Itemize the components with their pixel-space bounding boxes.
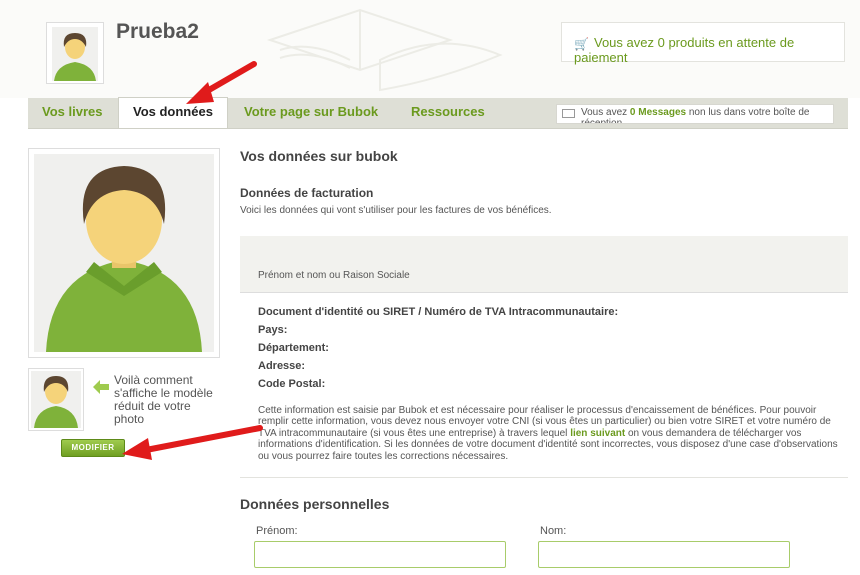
username: Prueba2 bbox=[116, 20, 199, 43]
messages-count: 0 bbox=[629, 107, 636, 118]
user-thumbnail-icon bbox=[31, 371, 81, 428]
arrow-left-icon bbox=[93, 380, 109, 394]
tab-ressources[interactable]: Ressources bbox=[411, 98, 485, 128]
field-address: Adresse: bbox=[258, 360, 306, 372]
billing-info-paragraph: Cette information est saisie par Bubok e… bbox=[258, 405, 848, 462]
avatar[interactable] bbox=[46, 22, 104, 84]
firstname-label: Prénom: bbox=[256, 525, 298, 537]
billing-description: Voici les données qui vont s'utiliser po… bbox=[240, 205, 552, 216]
book-watermark-icon bbox=[266, 8, 503, 92]
field-country: Pays: bbox=[258, 324, 288, 336]
billing-name-panel bbox=[240, 236, 848, 293]
user-avatar-icon bbox=[52, 27, 98, 81]
field-id-document: Document d'identité ou SIRET / Numéro de… bbox=[258, 306, 619, 318]
profile-photo bbox=[28, 148, 220, 358]
thumbnail-caption: Voilà comment s'affiche le modèle réduit… bbox=[114, 373, 213, 426]
user-photo-icon bbox=[34, 154, 214, 352]
annotation-arrow-icon bbox=[122, 425, 263, 460]
cart-icon: 🛒 bbox=[574, 37, 589, 51]
cart-text: Vous avez 0 produits en attente de paiem… bbox=[574, 35, 795, 65]
annotation-arrow-icon bbox=[186, 61, 257, 104]
modify-photo-button[interactable]: MODIFIER bbox=[61, 439, 125, 457]
profile-thumbnail bbox=[28, 368, 84, 431]
firstname-input[interactable] bbox=[254, 541, 506, 568]
tab-votre-page[interactable]: Votre page sur Bubok bbox=[244, 98, 378, 128]
lastname-label: Nom: bbox=[540, 525, 567, 537]
messages-link[interactable]: Messages bbox=[638, 107, 686, 118]
lastname-input[interactable] bbox=[538, 541, 790, 568]
field-department: Département: bbox=[258, 342, 329, 354]
page-title: Vos données sur bubok bbox=[240, 148, 398, 164]
divider bbox=[240, 477, 848, 478]
personal-data-title: Données personnelles bbox=[240, 496, 390, 512]
name-label: Prénom et nom ou Raison Sociale bbox=[258, 270, 410, 281]
link-suivant[interactable]: lien suivant bbox=[570, 428, 625, 439]
mail-icon bbox=[562, 109, 575, 118]
field-postal-code: Code Postal: bbox=[258, 378, 326, 390]
messages-notice[interactable]: Vous avez 0 Messages non lus dans votre … bbox=[556, 104, 834, 124]
cart-status[interactable]: 🛒 Vous avez 0 produits en attente de paie… bbox=[561, 22, 845, 65]
billing-title: Données de facturation bbox=[240, 186, 374, 200]
messages-prefix: Vous avez bbox=[581, 107, 630, 118]
tab-vos-livres[interactable]: Vos livres bbox=[42, 98, 102, 128]
